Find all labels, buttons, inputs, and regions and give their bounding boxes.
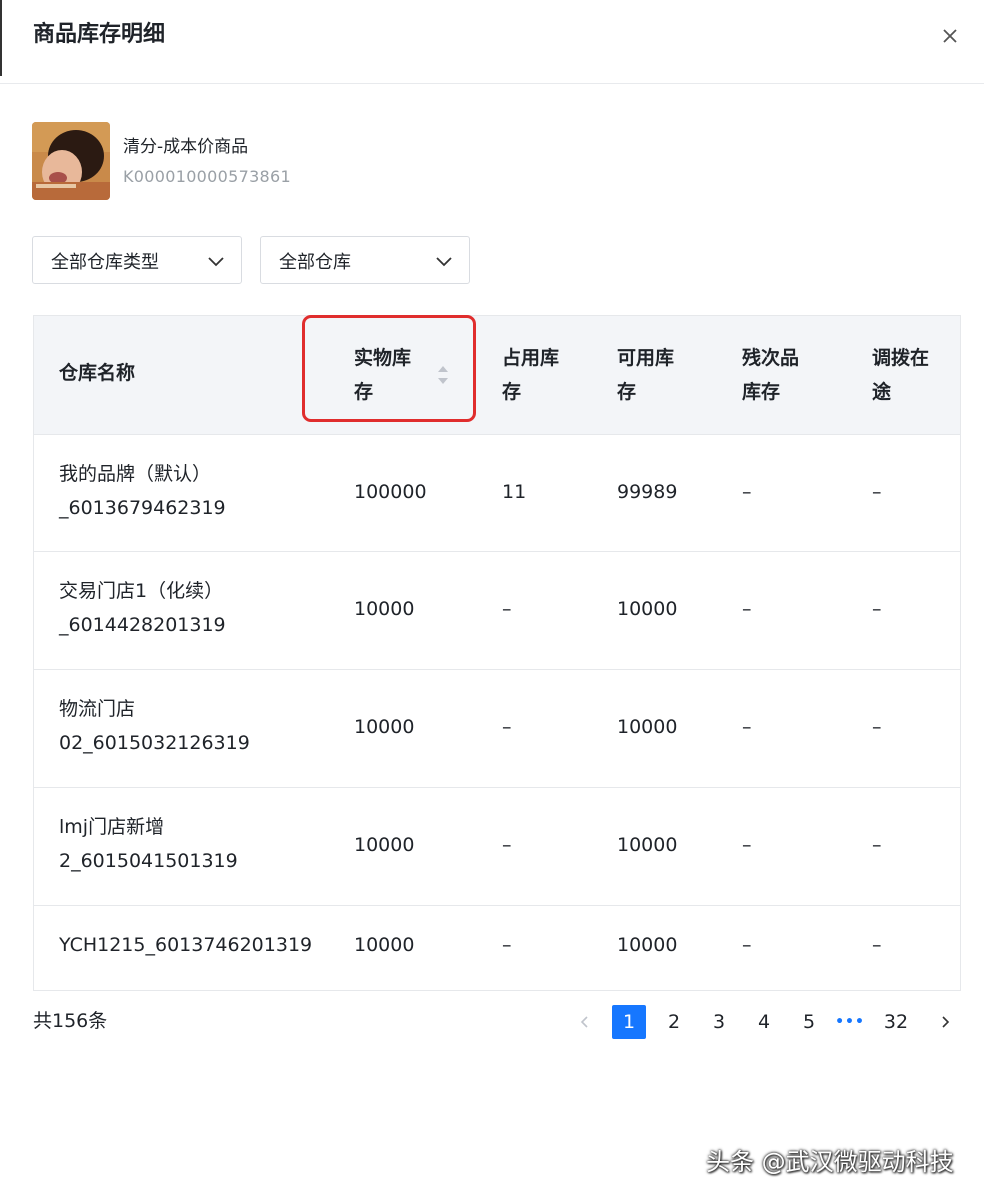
table-row: lmj门店新增 2_6015041501319 10000 – 10000 – … xyxy=(34,788,960,906)
cell-available: 10000 xyxy=(617,834,678,856)
cell-physical: 10000 xyxy=(354,598,415,620)
chevron-down-icon xyxy=(435,253,453,267)
cell-warehouse-name: YCH1215_6013746201319 xyxy=(59,928,312,962)
chevron-down-icon xyxy=(207,253,225,267)
page-4-button[interactable]: 4 xyxy=(750,1005,778,1039)
col-warehouse-name: 仓库名称 xyxy=(59,356,135,390)
next-page-icon[interactable] xyxy=(932,1005,958,1039)
cell-physical: 10000 xyxy=(354,834,415,856)
watermark: 头条 @武汉微驱动科技 xyxy=(706,1148,954,1176)
cell-occupied: – xyxy=(502,834,512,856)
cell-warehouse-name-line2: _6014428201319 xyxy=(59,614,226,636)
inventory-table: 仓库名称 实物库 存 占用库 存 可用库 存 残次品 库存 调拨在 途 我的品牌… xyxy=(33,315,961,991)
close-icon[interactable] xyxy=(936,22,964,50)
cell-warehouse-name-line1: 交易门店1（化续） xyxy=(59,580,224,602)
cell-transit: – xyxy=(872,716,882,738)
cell-occupied: – xyxy=(502,934,512,956)
table-row: 我的品牌（默认） _6013679462319 100000 11 99989 … xyxy=(34,435,960,552)
cell-occupied: – xyxy=(502,598,512,620)
table-row: YCH1215_6013746201319 10000 – 10000 – – xyxy=(34,906,960,990)
cell-warehouse-name: lmj门店新增 2_6015041501319 xyxy=(59,810,238,878)
cell-transit: – xyxy=(872,598,882,620)
col-occupied-stock: 占用库 存 xyxy=(502,341,559,409)
cell-warehouse-name-line1: YCH1215_6013746201319 xyxy=(59,934,313,956)
cell-warehouse-name-line2: 02_6015032126319 xyxy=(59,732,250,754)
col-physical-stock[interactable]: 实物库 存 xyxy=(354,341,411,409)
cell-available: 10000 xyxy=(617,716,678,738)
col-occupied-stock-label-2: 存 xyxy=(502,381,522,403)
cell-transit: – xyxy=(872,834,882,856)
warehouse-type-select[interactable]: 全部仓库类型 xyxy=(32,236,242,284)
product-name: 清分-成本价商品 xyxy=(123,137,249,157)
product-info: 清分-成本价商品 K000010000573861 xyxy=(32,122,532,202)
cell-warehouse-name-line1: 物流门店 xyxy=(59,698,136,720)
product-code: K000010000573861 xyxy=(123,167,291,186)
col-transit-stock: 调拨在 途 xyxy=(872,341,929,409)
col-available-stock-label-1: 可用库 xyxy=(617,347,675,369)
col-defective-stock: 残次品 库存 xyxy=(742,341,799,409)
table-header: 仓库名称 实物库 存 占用库 存 可用库 存 残次品 库存 调拨在 途 xyxy=(34,315,960,435)
cell-defective: – xyxy=(742,934,752,956)
col-physical-stock-label-2: 存 xyxy=(354,381,374,403)
cell-defective: – xyxy=(742,834,752,856)
page-5-button[interactable]: 5 xyxy=(795,1005,823,1039)
cell-warehouse-name-line1: lmj门店新增 xyxy=(59,816,165,838)
cell-available: 10000 xyxy=(617,598,678,620)
page-1-button[interactable]: 1 xyxy=(612,1005,646,1039)
col-physical-stock-label-1: 实物库 xyxy=(354,347,412,369)
col-occupied-stock-label-1: 占用库 xyxy=(502,347,560,369)
page-last-button[interactable]: 32 xyxy=(878,1005,914,1039)
table-row: 物流门店 02_6015032126319 10000 – 10000 – – xyxy=(34,670,960,788)
cell-available: 10000 xyxy=(617,934,678,956)
warehouse-value: 全部仓库 xyxy=(279,252,351,273)
cell-defective: – xyxy=(742,481,752,503)
cell-available: 99989 xyxy=(617,481,678,503)
prev-page-icon[interactable] xyxy=(572,1005,598,1039)
cell-defective: – xyxy=(742,716,752,738)
dialog-header: 商品库存明细 xyxy=(0,0,984,84)
total-count: 共156条 xyxy=(33,1010,108,1032)
col-warehouse-name-label: 仓库名称 xyxy=(59,362,136,384)
col-defective-stock-label-1: 残次品 xyxy=(742,347,800,369)
cell-defective: – xyxy=(742,598,752,620)
col-transit-stock-label-1: 调拨在 xyxy=(872,347,930,369)
sort-icon[interactable] xyxy=(436,362,450,388)
page-ellipsis[interactable]: ••• xyxy=(832,1005,868,1039)
cell-physical: 10000 xyxy=(354,934,415,956)
cell-warehouse-name: 物流门店 02_6015032126319 xyxy=(59,692,250,760)
col-transit-stock-label-2: 途 xyxy=(872,381,892,403)
col-defective-stock-label-2: 库存 xyxy=(742,381,781,403)
cell-physical: 100000 xyxy=(354,481,427,503)
page-2-button[interactable]: 2 xyxy=(660,1005,688,1039)
page-3-button[interactable]: 3 xyxy=(705,1005,733,1039)
cell-warehouse-name-line1: 我的品牌（默认） xyxy=(59,463,212,485)
cell-physical: 10000 xyxy=(354,716,415,738)
cell-occupied: – xyxy=(502,716,512,738)
product-thumbnail xyxy=(32,122,110,200)
col-available-stock-label-2: 存 xyxy=(617,381,637,403)
cell-occupied: 11 xyxy=(502,481,527,503)
warehouse-select[interactable]: 全部仓库 xyxy=(260,236,470,284)
cell-transit: – xyxy=(872,481,882,503)
warehouse-type-value: 全部仓库类型 xyxy=(51,252,159,273)
cell-transit: – xyxy=(872,934,882,956)
dialog-title: 商品库存明细 xyxy=(33,22,166,47)
col-available-stock: 可用库 存 xyxy=(617,341,674,409)
cell-warehouse-name-line2: 2_6015041501319 xyxy=(59,850,238,872)
cell-warehouse-name: 我的品牌（默认） _6013679462319 xyxy=(59,457,226,525)
left-edge-bar xyxy=(0,0,2,76)
cell-warehouse-name-line2: _6013679462319 xyxy=(59,497,226,519)
cell-warehouse-name: 交易门店1（化续） _6014428201319 xyxy=(59,574,226,642)
table-row: 交易门店1（化续） _6014428201319 10000 – 10000 –… xyxy=(34,552,960,670)
